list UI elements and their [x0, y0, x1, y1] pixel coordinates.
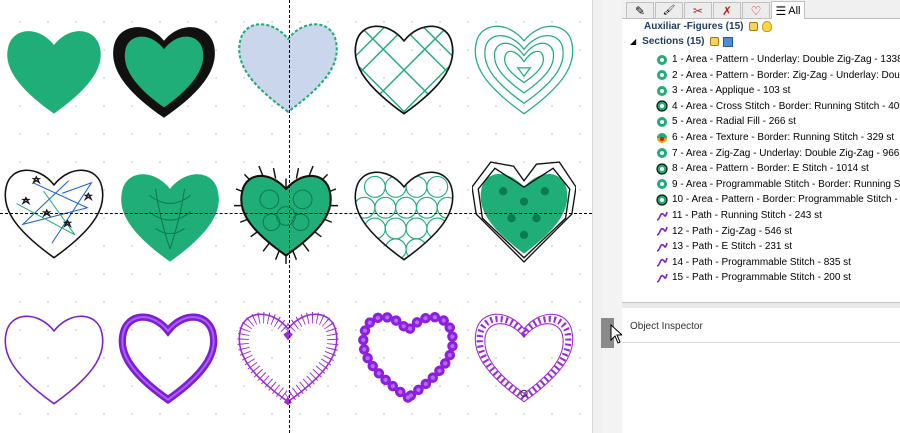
tree-item-label: 12 - Path - Zig-Zag - 546 st — [672, 225, 793, 237]
area-green-icon — [657, 85, 667, 96]
heart-radial-fill[interactable] — [472, 14, 576, 126]
area-dark-icon — [656, 194, 668, 206]
tree-item-section-10[interactable]: 10 - Area - Pattern - Border: Programmab… — [656, 193, 900, 206]
heart-texture[interactable] — [2, 158, 106, 270]
heart-path-estitch[interactable] — [236, 302, 340, 414]
brush-icon: 🖌 — [662, 5, 676, 16]
area-green-icon — [657, 70, 667, 81]
panel-tabbar: ✎ 🖌 ✂ ✗ ♡ ☰ All — [622, 0, 900, 19]
heart-applique[interactable] — [236, 12, 340, 124]
sections-panel: ✎ 🖌 ✂ ✗ ♡ ☰ All Auxiliar -Figures (15) ◢ … — [622, 0, 900, 433]
tab-all[interactable]: ☰ All — [771, 1, 805, 19]
heart-pattern-programmable-border[interactable] — [472, 156, 576, 268]
path-purple-icon — [656, 211, 668, 221]
crosshair-horizontal — [0, 213, 592, 214]
heart-pattern-estitch[interactable] — [234, 160, 338, 272]
path-purple-icon — [656, 242, 668, 252]
area-green-icon — [657, 116, 667, 127]
tree-item-label: 5 - Area - Radial Fill - 266 st — [672, 116, 796, 128]
tree-group-auxiliar-label: Auxiliar -Figures (15) — [644, 21, 744, 32]
heart-pattern-fill-1[interactable] — [2, 16, 106, 128]
tree-item-section-14[interactable]: 14 - Path - Programmable Stitch - 835 st — [656, 256, 851, 269]
area-green-icon — [657, 148, 667, 159]
tab-all-label: All — [788, 4, 801, 17]
lock-icon[interactable] — [749, 22, 759, 31]
heart-pattern-border-zigzag[interactable] — [112, 16, 216, 128]
area-multicolor-icon — [657, 132, 667, 143]
design-canvas[interactable] — [0, 0, 592, 433]
tree-item-label: 11 - Path - Running Stitch - 243 st — [672, 210, 822, 221]
pencil-icon: ✎ — [634, 3, 646, 18]
tab-draw[interactable]: ✎ — [626, 2, 654, 18]
tree-group-auxiliar[interactable]: Auxiliar -Figures (15) — [644, 20, 773, 33]
heart-path-zigzag[interactable] — [116, 302, 220, 414]
tree-item-label: 7 - Area - Zig-Zag - Underlay: Double Zi… — [672, 147, 900, 159]
tree-item-label: 3 - Area - Applique - 103 st — [672, 85, 791, 97]
tree-item-section-9[interactable]: 9 - Area - Programmable Stitch - Border:… — [656, 178, 900, 191]
path-purple-icon — [656, 273, 668, 283]
heart-programmable-stitch[interactable] — [352, 160, 456, 272]
tree-item-label: 6 - Area - Texture - Border: Running Sti… — [672, 132, 895, 143]
tree-item-section-3[interactable]: 3 - Area - Applique - 103 st — [656, 84, 790, 97]
object-inspector-title: Object Inspector — [630, 321, 703, 332]
scissors-icon: ✂ — [692, 3, 704, 18]
tree-item-label: 1 - Area - Pattern - Underlay: Double Zi… — [672, 54, 900, 65]
heart-dotted-icon: ♡ — [750, 3, 762, 18]
heart-path-programmable-beads[interactable] — [356, 302, 460, 414]
tab-edit[interactable]: ✗ — [713, 2, 741, 18]
area-dark-icon — [656, 163, 668, 175]
tree-item-section-4[interactable]: 4 - Area - Cross Stitch - Border: Runnin… — [656, 100, 900, 113]
heart-running-stitch[interactable] — [2, 304, 106, 416]
heart-cross-stitch[interactable] — [352, 14, 456, 126]
list-icon: ☰ — [775, 3, 787, 18]
tree-item-section-7[interactable]: 7 - Area - Zig-Zag - Underlay: Double Zi… — [656, 147, 900, 160]
path-purple-icon — [656, 226, 668, 236]
crosshair-vertical — [289, 0, 290, 433]
object-inspector-separator — [622, 342, 900, 343]
tree-item-label: 4 - Area - Cross Stitch - Border: Runnin… — [672, 100, 900, 112]
lock-icon[interactable] — [710, 37, 720, 46]
tab-cut[interactable]: ✂ — [684, 2, 712, 18]
area-green-icon — [657, 54, 667, 65]
heart-path-programmable-loops[interactable] — [472, 302, 576, 414]
heart-zigzag[interactable] — [118, 162, 222, 274]
area-dark-icon — [656, 100, 668, 112]
tree-item-section-1[interactable]: 1 - Area - Pattern - Underlay: Double Zi… — [656, 53, 900, 66]
tree-group-sections-label: Sections (15) — [642, 36, 705, 47]
tree-item-label: 15 - Path - Programmable Stitch - 200 st — [672, 272, 851, 284]
tree-item-section-12[interactable]: 12 - Path - Zig-Zag - 546 st — [656, 225, 792, 238]
save-icon[interactable] — [723, 36, 734, 47]
tree-item-section-15[interactable]: 15 - Path - Programmable Stitch - 200 st — [656, 271, 851, 284]
tree-item-label: 13 - Path - E Stitch - 231 st — [672, 241, 793, 253]
tree-item-label: 10 - Area - Pattern - Border: Programmab… — [672, 194, 900, 206]
tree-item-section-13[interactable]: 13 - Path - E Stitch - 231 st — [656, 240, 792, 253]
path-purple-icon — [656, 258, 668, 268]
panel-splitter[interactable] — [602, 0, 623, 433]
tree-item-section-6[interactable]: 6 - Area - Texture - Border: Running Sti… — [656, 131, 894, 144]
tree-item-label: 8 - Area - Pattern - Border: E Stitch - … — [672, 163, 869, 175]
expand-arrow-icon[interactable]: ◢ — [630, 37, 636, 46]
tree-item-section-5[interactable]: 5 - Area - Radial Fill - 266 st — [656, 115, 796, 128]
tree-item-section-11[interactable]: 11 - Path - Running Stitch - 243 st — [656, 209, 822, 222]
area-green-icon — [657, 179, 667, 190]
tree-item-label: 14 - Path - Programmable Stitch - 835 st — [672, 256, 851, 268]
tree-item-section-8[interactable]: 8 - Area - Pattern - Border: E Stitch - … — [656, 162, 869, 175]
object-inspector: Object Inspector — [622, 308, 900, 433]
tab-paint[interactable]: 🖌 — [655, 2, 683, 18]
tree-item-section-2[interactable]: 2 - Area - Pattern - Border: Zig-Zag - U… — [656, 69, 900, 82]
tab-shapes[interactable]: ♡ — [742, 2, 770, 18]
tree-item-label: 2 - Area - Pattern - Border: Zig-Zag - U… — [672, 69, 900, 81]
tree-item-label: 9 - Area - Programmable Stitch - Border:… — [672, 178, 900, 190]
tree-group-sections[interactable]: ◢ Sections (15) — [630, 35, 734, 48]
stitch-edit-icon: ✗ — [721, 3, 733, 18]
lightbulb-icon[interactable] — [762, 21, 773, 32]
